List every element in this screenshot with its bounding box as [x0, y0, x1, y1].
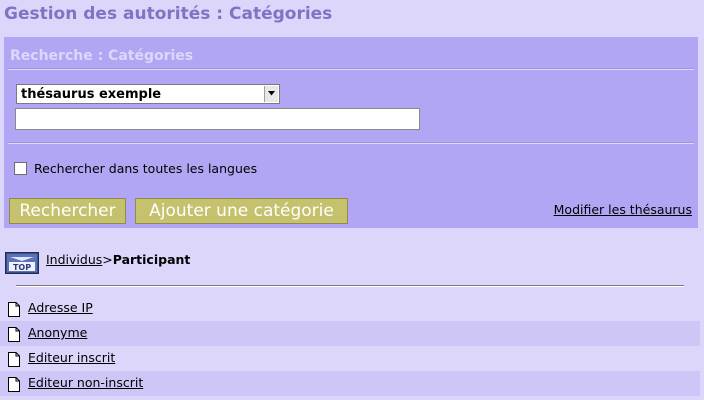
modify-thesaurus-link[interactable]: Modifier les thésaurus	[554, 202, 692, 217]
category-link[interactable]: Anonyme	[28, 325, 87, 340]
top-arrow-icon[interactable]: TOP	[5, 252, 39, 274]
panel-divider-middle	[8, 142, 694, 144]
document-icon	[8, 327, 20, 342]
breadcrumb: Individus>Participant	[46, 252, 190, 267]
category-link[interactable]: Editeur non-inscrit	[28, 375, 143, 390]
thesaurus-select[interactable]: thésaurus exemple	[16, 84, 280, 104]
category-row: Editeur inscrit	[0, 346, 700, 371]
chevron-down-icon	[268, 91, 275, 96]
breadcrumb-separator: >	[102, 252, 113, 267]
page-title: Gestion des autorités : Catégories	[4, 4, 333, 24]
breadcrumb-parent-link[interactable]: Individus	[46, 252, 102, 267]
top-icon-label: TOP	[13, 263, 31, 272]
thesaurus-select-value: thésaurus exemple	[21, 87, 162, 102]
category-row: Anonyme	[0, 321, 700, 346]
category-link[interactable]: Editeur inscrit	[28, 350, 115, 365]
search-panel-title: Recherche : Catégories	[10, 48, 194, 64]
document-icon	[8, 377, 20, 392]
breadcrumb-current: Participant	[112, 252, 191, 267]
search-panel: Recherche : Catégories thésaurus exemple…	[4, 37, 698, 228]
category-row: Adresse IP	[0, 296, 700, 321]
document-icon	[8, 302, 20, 317]
search-input[interactable]	[15, 108, 420, 130]
section-divider	[16, 285, 684, 287]
search-button[interactable]: Rechercher	[9, 198, 126, 224]
page: Gestion des autorités : Catégories Reche…	[0, 0, 704, 400]
category-row: Editeur non-inscrit	[0, 371, 700, 396]
panel-divider-top	[8, 68, 694, 70]
all-languages-checkbox[interactable]	[14, 162, 27, 175]
dropdown-arrow-button[interactable]	[264, 86, 278, 102]
document-icon	[8, 352, 20, 367]
all-languages-label[interactable]: Rechercher dans toutes les langues	[34, 161, 257, 176]
category-link[interactable]: Adresse IP	[28, 300, 93, 315]
add-category-button[interactable]: Ajouter une catégorie	[135, 198, 348, 224]
category-list: Adresse IP Anonyme Editeur inscrit Edite…	[0, 296, 700, 396]
